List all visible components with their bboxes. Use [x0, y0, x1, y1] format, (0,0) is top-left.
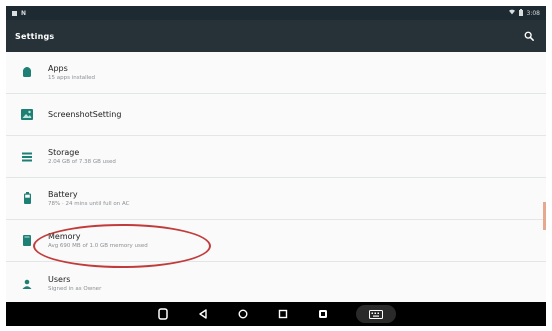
item-title: Storage: [48, 148, 80, 157]
edge-scroll-indicator: [543, 202, 546, 230]
item-title: Users: [48, 274, 71, 284]
item-title: Memory: [48, 232, 81, 241]
rotate-icon[interactable]: [156, 307, 170, 321]
item-subtitle: 2.04 GB of 7.38 GB used: [48, 159, 116, 165]
app-bar: Settings: [6, 20, 546, 52]
item-title: Apps: [48, 64, 68, 73]
notification-n-icon: N: [21, 9, 27, 17]
screenshot-icon[interactable]: [316, 307, 330, 321]
item-title: Battery: [48, 190, 78, 199]
settings-item-screenshot[interactable]: ScreenshotSetting: [6, 94, 546, 136]
android-icon: [22, 63, 32, 82]
item-subtitle: Avg 690 MB of 1.0 GB memory used: [48, 243, 148, 249]
item-subtitle: Signed in as Owner: [48, 285, 102, 292]
storage-icon: [22, 147, 32, 166]
keyboard-icon[interactable]: [356, 305, 396, 323]
navigation-bar: [6, 302, 546, 326]
settings-item-storage[interactable]: Storage 2.04 GB of 7.38 GB used: [6, 136, 546, 178]
battery-icon: [23, 189, 31, 208]
back-icon[interactable]: [196, 307, 210, 321]
android-screen: N 3:08 Settings Apps 15 apps installed S…: [6, 6, 546, 326]
settings-list: Apps 15 apps installed ScreenshotSetting: [6, 52, 546, 302]
settings-item-battery[interactable]: Battery 78% · 24 mins until full on AC: [6, 178, 546, 220]
wifi-icon: [508, 9, 515, 17]
battery-status-icon: [518, 8, 523, 18]
user-icon: [22, 274, 32, 293]
status-bar: N 3:08: [6, 6, 546, 20]
settings-item-users[interactable]: Users Signed in as Owner: [6, 262, 546, 304]
item-subtitle: 78% · 24 mins until full on AC: [48, 201, 130, 207]
settings-item-memory[interactable]: Memory Avg 690 MB of 1.0 GB memory used: [6, 220, 546, 262]
page-title: Settings: [15, 31, 55, 41]
item-title: ScreenshotSetting: [48, 110, 122, 119]
memory-icon: [23, 231, 31, 250]
notification-icon: [12, 10, 17, 16]
item-subtitle: 15 apps installed: [48, 75, 96, 81]
image-icon: [21, 105, 33, 124]
search-icon[interactable]: [522, 29, 536, 43]
home-icon[interactable]: [236, 307, 250, 321]
settings-item-apps[interactable]: Apps 15 apps installed: [6, 52, 546, 94]
clock: 3:08: [526, 9, 540, 17]
recents-icon[interactable]: [276, 307, 290, 321]
